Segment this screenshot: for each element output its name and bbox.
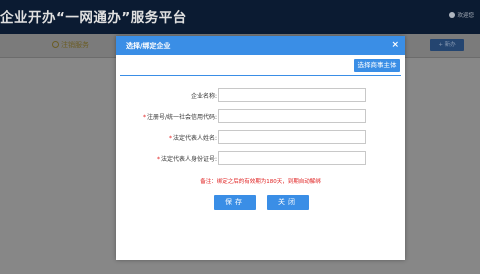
- form-row-credit-code: *注册号/统一社会信用代码:: [116, 109, 405, 123]
- legal-rep-name-label-text: 法定代表人姓名:: [172, 135, 217, 142]
- required-mark: *: [156, 156, 160, 163]
- close-icon[interactable]: ×: [391, 39, 399, 51]
- company-name-label-text: 企业名称:: [190, 93, 217, 100]
- form-row-legal-rep-name: *法定代表人姓名:: [116, 130, 405, 144]
- legal-rep-name-label: *法定代表人姓名:: [169, 133, 217, 142]
- close-button[interactable]: 关闭: [267, 195, 309, 210]
- required-mark: *: [168, 135, 172, 142]
- company-name-label: 企业名称:: [190, 91, 217, 100]
- legal-rep-id-label-text: 法定代表人身份证号:: [160, 156, 217, 163]
- legal-rep-id-field[interactable]: [218, 151, 366, 165]
- divider: [120, 75, 401, 76]
- dialog-title: 选择/绑定企业: [126, 42, 171, 50]
- select-subject-button[interactable]: 选择商事主体: [354, 59, 400, 72]
- credit-code-label: *注册号/统一社会信用代码:: [143, 112, 217, 121]
- credit-code-label-text: 注册号/统一社会信用代码:: [146, 114, 217, 121]
- company-name-field[interactable]: [218, 88, 366, 102]
- bind-enterprise-dialog: 选择/绑定企业 × 选择商事主体 企业名称: *注册号/统一社会信用代码: *法…: [116, 36, 405, 260]
- form-row-company-name: 企业名称:: [116, 88, 405, 102]
- binding-note: 备注：绑定之后的有效期为180天，到期自动解绑: [200, 179, 321, 185]
- dialog-header: 选择/绑定企业 ×: [116, 36, 405, 55]
- legal-rep-name-field[interactable]: [218, 130, 366, 144]
- save-button[interactable]: 保存: [214, 195, 256, 210]
- form-row-legal-rep-id: *法定代表人身份证号:: [116, 151, 405, 165]
- required-mark: *: [142, 114, 146, 121]
- legal-rep-id-label: *法定代表人身份证号:: [157, 154, 217, 163]
- credit-code-field[interactable]: [218, 109, 366, 123]
